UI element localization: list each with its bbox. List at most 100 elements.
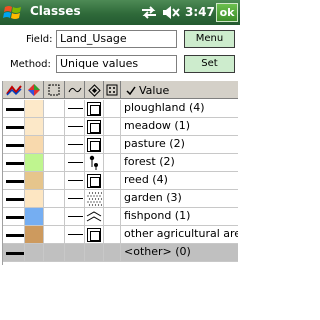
point-symbol-column[interactable] (104, 81, 121, 99)
class-value: meadow (1) (124, 119, 191, 132)
square-symbol-icon (87, 174, 101, 188)
class-value: forest (2) (124, 155, 175, 168)
value-cell[interactable]: ploughland (4) (121, 100, 238, 118)
point-symbol-cell[interactable] (104, 226, 121, 244)
line-style-swatch (6, 234, 24, 237)
line-style-cell[interactable] (3, 190, 25, 208)
area-symbol-column[interactable] (85, 81, 104, 99)
fill-color-cell[interactable] (25, 136, 44, 154)
area-symbol-cell[interactable] (85, 244, 104, 262)
point-symbol-cell[interactable] (104, 244, 121, 262)
outline-swatch (68, 198, 83, 199)
area-symbol-cell[interactable] (85, 154, 104, 172)
fill-color-cell[interactable] (25, 244, 44, 262)
point-symbol-cell[interactable] (104, 190, 121, 208)
line-cell[interactable] (65, 118, 85, 136)
area-symbol-cell[interactable] (85, 136, 104, 154)
value-cell[interactable]: garden (3) (121, 190, 238, 208)
line-style-cell[interactable] (3, 244, 25, 262)
area-symbol-cell[interactable] (85, 118, 104, 136)
line-style-cell[interactable] (3, 172, 25, 190)
label-cell[interactable] (44, 244, 65, 262)
line-style-cell[interactable] (3, 208, 25, 226)
value-cell[interactable]: <other> (0) (121, 244, 238, 262)
table-row[interactable]: ploughland (4) (3, 100, 238, 118)
menu-button[interactable]: Menu (184, 30, 235, 48)
ok-button[interactable]: ok (216, 3, 238, 22)
value-cell[interactable]: fishpond (1) (121, 208, 238, 226)
label-cell[interactable] (44, 172, 65, 190)
method-select[interactable]: Unique values (56, 55, 177, 73)
table-row[interactable]: reed (4) (3, 172, 238, 190)
table-row[interactable]: other agricultural are (3, 226, 238, 244)
fill-color-cell[interactable] (25, 208, 44, 226)
label-cell[interactable] (44, 118, 65, 136)
line-style-cell[interactable] (3, 118, 25, 136)
label-cell[interactable] (44, 154, 65, 172)
label-cell[interactable] (44, 208, 65, 226)
line-cell[interactable] (65, 154, 85, 172)
area-symbol-cell[interactable] (85, 172, 104, 190)
point-symbol-cell[interactable] (104, 154, 121, 172)
point-symbol-cell[interactable] (104, 208, 121, 226)
label-column[interactable] (44, 81, 65, 99)
point-symbol-cell[interactable] (104, 136, 121, 154)
fill-color-cell[interactable] (25, 154, 44, 172)
windows-start-icon[interactable] (3, 3, 23, 22)
line-style-column[interactable] (3, 81, 25, 99)
line-column[interactable] (65, 81, 85, 99)
line-style-cell[interactable] (3, 154, 25, 172)
outline-swatch (68, 180, 83, 181)
area-symbol-cell[interactable] (85, 226, 104, 244)
label-cell[interactable] (44, 100, 65, 118)
area-symbol-cell[interactable] (85, 100, 104, 118)
fill-color-column[interactable] (25, 81, 44, 99)
line-style-cell[interactable] (3, 100, 25, 118)
table-row[interactable]: <other> (0) (3, 244, 238, 262)
point-symbol-cell[interactable] (104, 100, 121, 118)
water-symbol-icon (86, 211, 102, 222)
line-cell[interactable] (65, 244, 85, 262)
line-style-swatch (6, 162, 24, 165)
point-symbol-cell[interactable] (104, 118, 121, 136)
label-cell[interactable] (44, 136, 65, 154)
value-cell[interactable]: other agricultural are (121, 226, 238, 244)
line-style-cell[interactable] (3, 136, 25, 154)
fill-color-cell[interactable] (25, 100, 44, 118)
clock[interactable]: 3:47 (185, 5, 215, 19)
value-column-header[interactable]: Value (121, 81, 238, 99)
line-cell[interactable] (65, 136, 85, 154)
line-cell[interactable] (65, 208, 85, 226)
value-cell[interactable]: pasture (2) (121, 136, 238, 154)
line-style-cell[interactable] (3, 226, 25, 244)
area-symbol-cell[interactable] (85, 208, 104, 226)
field-select[interactable]: Land_Usage (56, 30, 177, 48)
speaker-muted-icon[interactable] (162, 5, 180, 20)
tree-symbol-icon (89, 155, 98, 170)
class-value: other agricultural are (124, 227, 238, 240)
table-row[interactable]: garden (3) (3, 190, 238, 208)
table-row[interactable]: fishpond (1) (3, 208, 238, 226)
line-cell[interactable] (65, 190, 85, 208)
table-row[interactable]: forest (2) (3, 154, 238, 172)
connectivity-icon[interactable] (141, 6, 157, 19)
square-symbol-icon (87, 228, 101, 242)
line-cell[interactable] (65, 172, 85, 190)
line-style-swatch (6, 198, 24, 201)
label-cell[interactable] (44, 190, 65, 208)
label-cell[interactable] (44, 226, 65, 244)
area-symbol-cell[interactable] (85, 190, 104, 208)
set-button[interactable]: Set (184, 55, 235, 73)
line-cell[interactable] (65, 100, 85, 118)
table-row[interactable]: pasture (2) (3, 136, 238, 154)
value-cell[interactable]: meadow (1) (121, 118, 238, 136)
line-cell[interactable] (65, 226, 85, 244)
value-cell[interactable]: forest (2) (121, 154, 238, 172)
fill-color-cell[interactable] (25, 118, 44, 136)
point-symbol-cell[interactable] (104, 172, 121, 190)
value-cell[interactable]: reed (4) (121, 172, 238, 190)
fill-color-cell[interactable] (25, 190, 44, 208)
fill-color-cell[interactable] (25, 172, 44, 190)
table-row[interactable]: meadow (1) (3, 118, 238, 136)
fill-color-cell[interactable] (25, 226, 44, 244)
